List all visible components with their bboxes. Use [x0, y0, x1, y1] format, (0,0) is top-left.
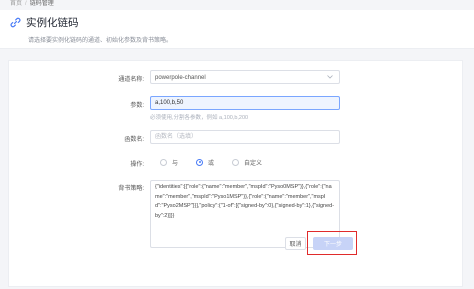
- radio-and[interactable]: 与: [160, 158, 178, 167]
- radio-custom-dot[interactable]: [232, 158, 240, 166]
- radio-or-label: 或: [208, 160, 215, 167]
- policy-label: 背书策略:: [118, 186, 144, 192]
- policy-text: {"identities":[{"role":{"name":"member",…: [155, 184, 335, 219]
- instantiate-form-card: [8, 60, 463, 287]
- highlight-box: [307, 231, 357, 255]
- function-label: 函数名:: [124, 137, 144, 143]
- breadcrumb-separator: /: [25, 1, 27, 7]
- args-input[interactable]: a,100,b,50: [150, 96, 340, 110]
- page-subtitle: 请选择要实例化链码的通道、初始化参数及背书策略。: [28, 38, 173, 44]
- args-label: 参数:: [130, 103, 144, 109]
- page-header: 实例化链码 请选择要实例化链码的通道、初始化参数及背书策略。: [0, 10, 474, 49]
- channel-label: 通道名称:: [118, 77, 144, 83]
- channel-select-value: powerpole-channel: [155, 75, 206, 81]
- breadcrumb-home-link[interactable]: 首页: [10, 1, 22, 7]
- link-icon: [9, 16, 21, 28]
- channel-select[interactable]: powerpole-channel: [150, 70, 340, 84]
- breadcrumb-current: 链码管理: [29, 1, 54, 7]
- page-title: 实例化链码: [26, 16, 79, 29]
- cancel-button[interactable]: 取消: [285, 237, 306, 250]
- function-input[interactable]: 函数名（选填）: [150, 130, 340, 144]
- radio-custom[interactable]: 自定义: [232, 158, 262, 167]
- title-row: 实例化链码: [9, 15, 79, 29]
- breadcrumb: 首页 / 链码管理: [10, 0, 54, 9]
- chevron-down-icon: [326, 72, 334, 82]
- radio-or-dot[interactable]: [196, 158, 204, 166]
- radio-custom-label: 自定义: [244, 160, 263, 167]
- radio-and-dot[interactable]: [160, 158, 167, 166]
- args-hint: 必须使用,分割各参数，例如 a,100,b,200: [150, 115, 249, 121]
- operation-radio-group: 与 或 自定义: [160, 157, 280, 167]
- radio-or[interactable]: 或: [196, 158, 214, 167]
- radio-and-label: 与: [172, 160, 179, 167]
- function-input-placeholder: 函数名（选填）: [155, 134, 198, 140]
- operation-label: 操作:: [130, 162, 144, 168]
